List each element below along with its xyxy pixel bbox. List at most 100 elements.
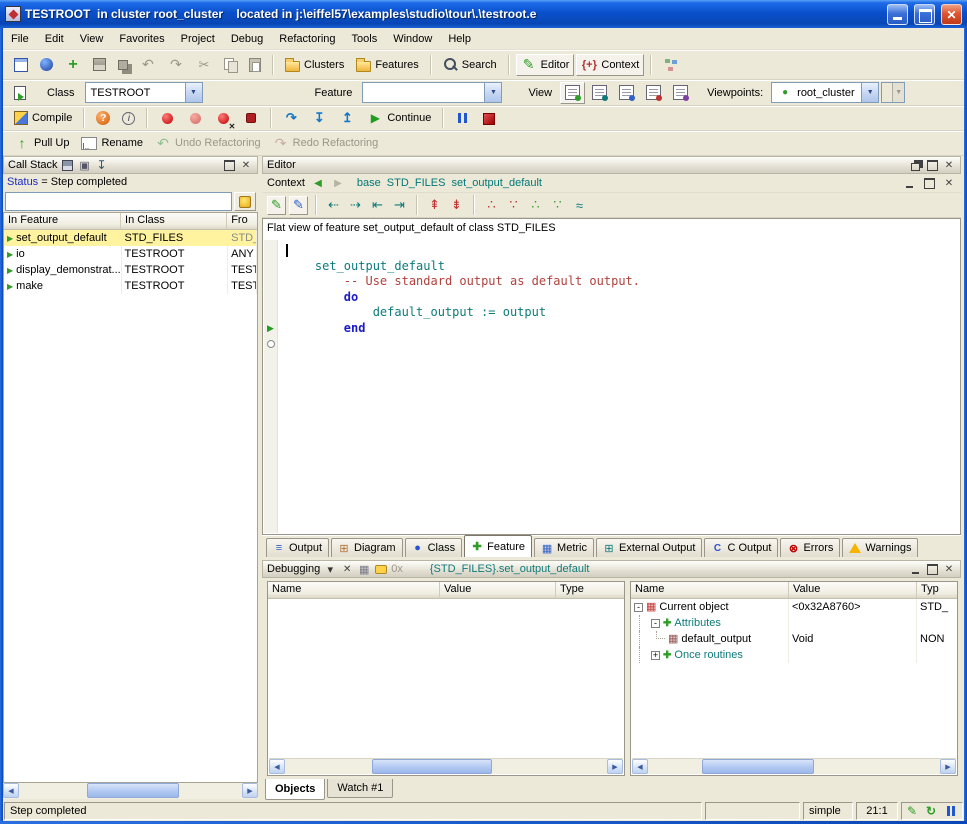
save-stack-icon[interactable] — [61, 158, 75, 172]
menu-favorites[interactable]: Favorites — [111, 29, 172, 49]
minimize-pane-icon[interactable] — [908, 562, 922, 576]
editor-content[interactable]: Flat view of feature set_output_default … — [262, 218, 961, 535]
diagram-tool-button[interactable] — [658, 53, 683, 77]
maximize-pane-icon[interactable] — [222, 158, 236, 172]
view-interface-button[interactable] — [668, 81, 693, 105]
column-header-value[interactable]: Value — [789, 582, 917, 599]
editor-header[interactable]: Editor — [262, 156, 961, 174]
paste-button[interactable] — [244, 53, 266, 77]
menu-edit[interactable]: Edit — [37, 29, 72, 49]
expand-icon[interactable]: + — [651, 651, 660, 660]
scrollbar-track[interactable] — [285, 759, 607, 774]
close-button[interactable] — [941, 4, 962, 25]
edit-breakpoints-button[interactable] — [238, 106, 264, 130]
tab-output[interactable]: Output — [266, 538, 329, 557]
scrollbar-track[interactable] — [19, 783, 242, 799]
class-combobox[interactable]: TESTROOT — [85, 82, 203, 103]
history-back-icon[interactable] — [311, 176, 325, 190]
menu-project[interactable]: Project — [173, 29, 223, 49]
object-tree-row-default-output[interactable]: default_output Void NON — [631, 631, 957, 647]
stop-button[interactable] — [476, 106, 500, 130]
rename-button[interactable]: Rename — [76, 131, 148, 155]
stack-window-icon[interactable] — [78, 158, 92, 172]
menu-refactoring[interactable]: Refactoring — [271, 29, 343, 49]
close-pane-icon[interactable] — [942, 562, 956, 576]
scroll-right-icon[interactable] — [242, 783, 258, 798]
scroll-left-icon[interactable] — [3, 783, 19, 798]
new-feature-icon[interactable]: ✎ — [289, 196, 308, 215]
tab-watch-1[interactable]: Watch #1 — [327, 779, 393, 798]
send-to-new-window-button[interactable] — [9, 81, 31, 105]
tab-external-output[interactable]: External Output — [596, 538, 702, 557]
grid-view-icon[interactable] — [357, 562, 371, 576]
minimize-pane-icon[interactable] — [902, 176, 916, 190]
step-out-button[interactable] — [334, 106, 360, 130]
new-window-button[interactable] — [9, 53, 33, 77]
close-pane-icon[interactable] — [239, 158, 253, 172]
scrollbar-track[interactable] — [648, 759, 940, 774]
chevron-down-icon[interactable] — [323, 562, 337, 576]
undo-refactoring-button[interactable]: Undo Refactoring — [150, 131, 266, 155]
remove-breakpoints-button[interactable] — [210, 106, 236, 130]
scrollbar-thumb[interactable] — [702, 759, 814, 774]
implementers-icon[interactable]: ⇟ — [447, 196, 466, 215]
view-flat-button[interactable] — [614, 81, 639, 105]
code-line-6[interactable]: end — [286, 321, 958, 337]
close-watch-icon[interactable] — [340, 562, 354, 576]
scroll-right-icon[interactable] — [607, 759, 623, 774]
editor-toggle-button[interactable]: Editor — [516, 54, 575, 76]
editable-view-icon[interactable]: ✎ — [267, 196, 286, 215]
step-into-button[interactable] — [306, 106, 332, 130]
column-header-name[interactable]: Name — [268, 582, 440, 599]
assigners-icon[interactable]: ⇤ — [368, 196, 387, 215]
scroll-left-icon[interactable] — [632, 759, 648, 774]
save-button[interactable] — [88, 53, 111, 77]
redo-button[interactable] — [163, 53, 189, 77]
column-header-name[interactable]: Name — [631, 582, 789, 599]
menu-file[interactable]: File — [3, 29, 37, 49]
tab-warnings[interactable]: Warnings — [842, 538, 918, 557]
code-line-1[interactable] — [286, 243, 958, 259]
tab-c-output[interactable]: C Output — [704, 538, 778, 557]
view-clickable-button[interactable] — [587, 81, 612, 105]
code-line-3[interactable]: -- Use standard output as default output… — [286, 274, 958, 290]
maximize-pane-icon[interactable] — [925, 158, 939, 172]
maximize-button[interactable] — [914, 4, 935, 25]
system-info-button[interactable] — [117, 106, 140, 130]
call-stack-row-current[interactable]: set_output_default STD_FILES STD_ — [4, 230, 257, 246]
objects-table-hscrollbar[interactable] — [632, 758, 956, 774]
scroll-right-icon[interactable] — [940, 759, 956, 774]
maximize-pane-icon[interactable] — [925, 562, 939, 576]
scrollbar-thumb[interactable] — [87, 783, 179, 798]
exception-button[interactable] — [234, 192, 256, 211]
tab-diagram[interactable]: Diagram — [331, 538, 403, 557]
call-stack-hscrollbar[interactable] — [3, 783, 258, 799]
clusters-button[interactable]: Clusters — [280, 53, 349, 77]
add-button[interactable] — [60, 53, 86, 77]
undo-button[interactable] — [135, 53, 161, 77]
features-button[interactable]: Features — [351, 53, 423, 77]
close-pane-icon[interactable] — [942, 176, 956, 190]
object-tree-row-once-routines[interactable]: + Once routines — [631, 647, 957, 663]
step-over-button[interactable] — [278, 106, 304, 130]
object-tree-row-attributes[interactable]: - Attributes — [631, 615, 957, 631]
editor-gutter[interactable] — [264, 240, 278, 533]
disable-breakpoints-button[interactable] — [182, 106, 208, 130]
redo-refactoring-button[interactable]: Redo Refactoring — [268, 131, 384, 155]
maximize-pane-icon[interactable] — [922, 176, 936, 190]
breadcrumb-class[interactable]: STD_FILES — [387, 177, 446, 189]
enable-breakpoints-button[interactable] — [154, 106, 180, 130]
breadcrumb-cluster[interactable]: base — [357, 177, 381, 189]
history-forward-icon[interactable] — [331, 176, 345, 190]
continue-button[interactable]: Continue — [362, 106, 436, 130]
comment-icon[interactable] — [374, 562, 388, 576]
column-header-type[interactable]: Typ — [917, 582, 957, 599]
view-editable-button[interactable] — [560, 82, 585, 104]
code-line-2[interactable]: set_output_default — [286, 259, 958, 275]
chevron-down-icon[interactable] — [185, 83, 202, 102]
scrollbar-thumb[interactable] — [372, 759, 492, 774]
view-contract-button[interactable] — [641, 81, 666, 105]
descendants-icon[interactable]: ∵ — [504, 196, 523, 215]
tab-class[interactable]: Class — [405, 538, 463, 557]
pause-button[interactable] — [450, 106, 474, 130]
